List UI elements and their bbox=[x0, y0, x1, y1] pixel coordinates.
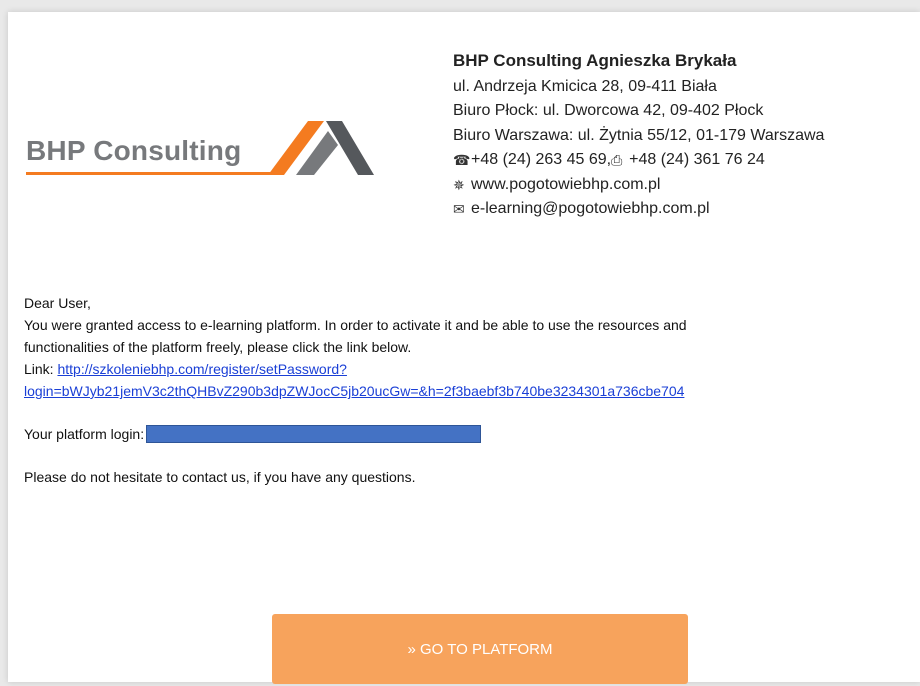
link-line-2: login=bWJyb21jemV3c2thQHBvZ290b3dpZWJocC… bbox=[24, 380, 687, 402]
link-label: Link: bbox=[24, 361, 58, 377]
company-logo: BHP Consulting bbox=[26, 117, 376, 192]
logo-underline bbox=[26, 172, 276, 175]
email-line: ✉ e-learning@pogotowiebhp.com.pl bbox=[453, 197, 824, 222]
phone-line: ☎ +48 (24) 263 45 69, ⎙ +48 (24) 361 76 … bbox=[453, 148, 824, 173]
email-message: BHP Consulting BHP Consulting Agnieszka … bbox=[8, 12, 920, 684]
login-label: Your platform login: bbox=[24, 426, 145, 442]
email-link[interactable]: e-learning@pogotowiebhp.com.pl bbox=[471, 197, 710, 222]
fax-number: +48 (24) 361 76 24 bbox=[629, 151, 765, 168]
message-body: Dear User, You were granted access to e-… bbox=[24, 292, 687, 488]
link-line-1: Link: http://szkoleniebhp.com/register/s… bbox=[24, 358, 687, 380]
phone-number: +48 (24) 263 45 69, bbox=[471, 151, 612, 168]
logo-text: BHP Consulting bbox=[26, 135, 242, 166]
address-line: ul. Andrzeja Kmicica 28, 09-411 Biała bbox=[453, 77, 717, 95]
office-warsaw-line: Biuro Warszawa: ul. Żytnia 55/12, 01-179… bbox=[453, 126, 825, 144]
globe-icon: ✵ bbox=[453, 176, 465, 193]
phone-icon: ☎ bbox=[453, 152, 471, 168]
greeting: Dear User, bbox=[24, 295, 91, 311]
office-plock-line: Biuro Płock: ul. Dworcowa 42, 09-402 Pło… bbox=[453, 102, 764, 119]
logo-mark-icon bbox=[268, 121, 374, 175]
company-info: BHP Consulting Agnieszka Brykała ul. And… bbox=[453, 49, 824, 222]
go-to-platform-button[interactable]: » GO TO PLATFORM bbox=[272, 614, 688, 684]
fax-icon: ⎙ bbox=[611, 152, 623, 168]
website-link[interactable]: www.pogotowiebhp.com.pl bbox=[471, 173, 660, 198]
paragraph-2: functionalities of the platform freely, … bbox=[24, 339, 412, 355]
envelope-icon: ✉ bbox=[453, 201, 465, 217]
login-row: Your platform login: bbox=[24, 423, 687, 445]
activation-link[interactable]: http://szkoleniebhp.com/register/setPass… bbox=[57, 361, 346, 377]
activation-link-cont[interactable]: login=bWJyb21jemV3c2thQHBvZ290b3dpZWJocC… bbox=[24, 383, 684, 399]
company-name: BHP Consulting Agnieszka Brykała bbox=[453, 51, 737, 70]
website-line: ✵ www.pogotowiebhp.com.pl bbox=[453, 173, 824, 198]
paragraph-1: You were granted access to e-learning pl… bbox=[24, 317, 687, 333]
redacted-login bbox=[146, 425, 482, 443]
contact-text: Please do not hesitate to contact us, if… bbox=[24, 469, 416, 485]
